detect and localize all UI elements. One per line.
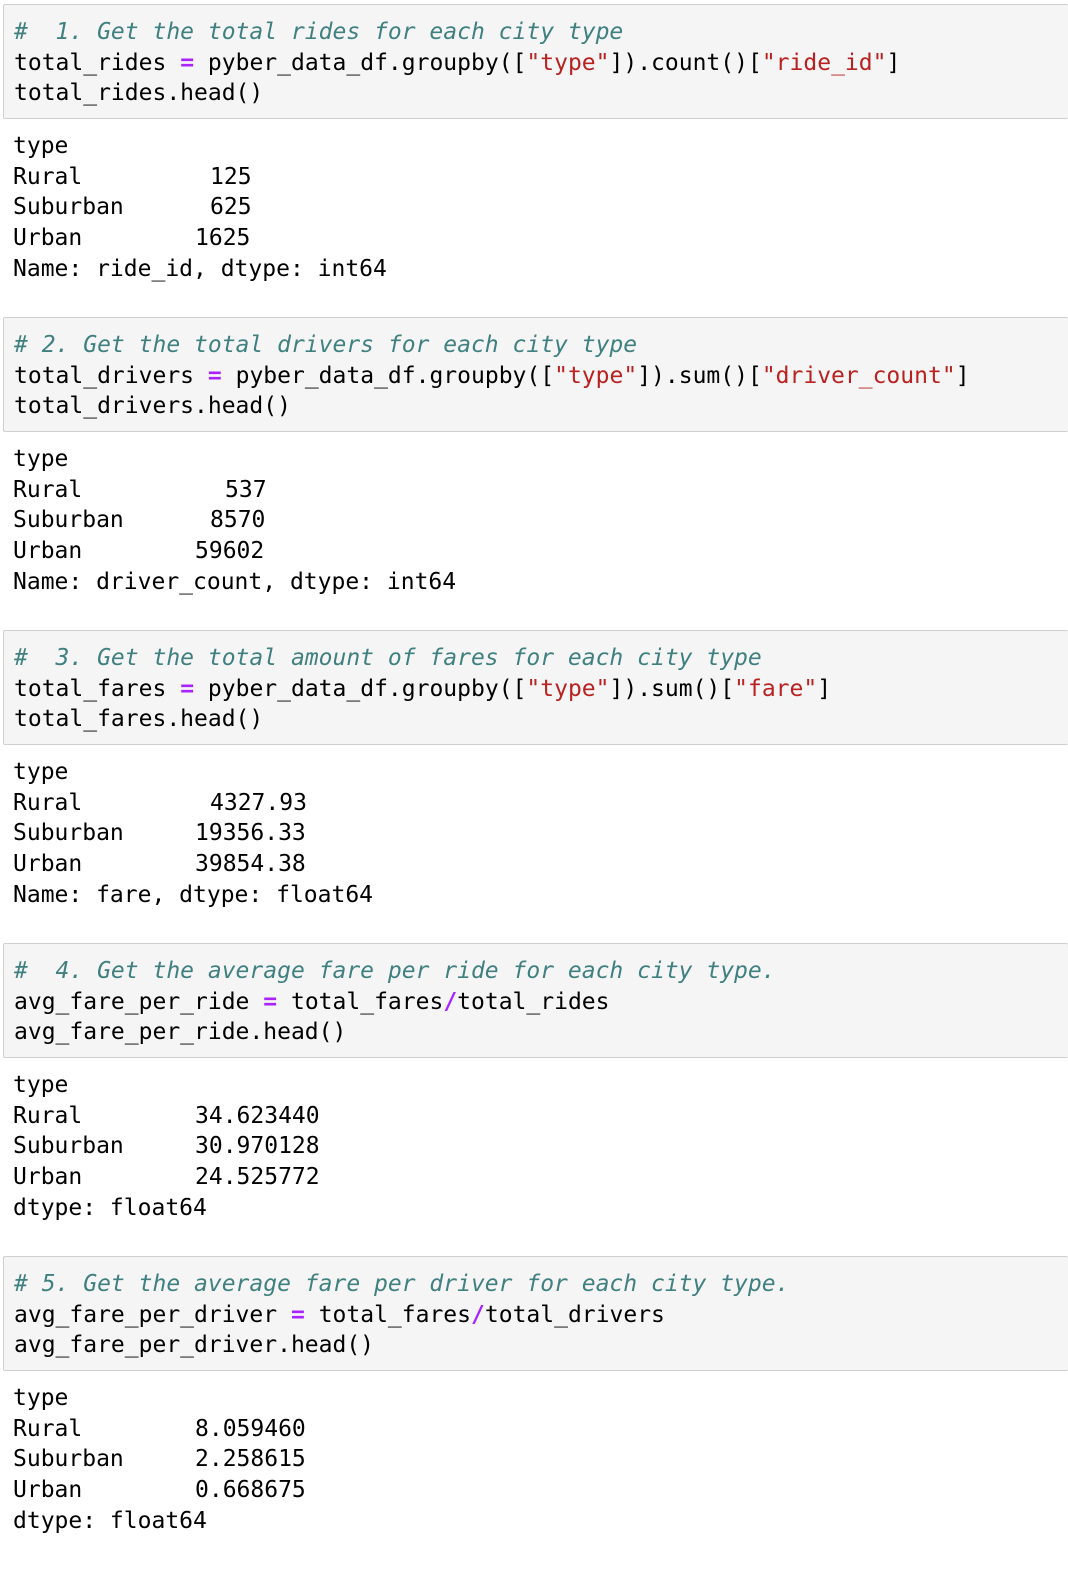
code-line: total_fares.head(): [14, 706, 264, 733]
code-line: avg_fare_per_ride = total_fares/total_ri…: [14, 988, 610, 1015]
code-line: avg_fare_per_driver = total_fares/total_…: [14, 1301, 665, 1328]
output-row: Rural 4327.93: [13, 789, 307, 816]
code-cell-4[interactable]: # 4. Get the average fare per ride for e…: [3, 943, 1068, 1058]
code-line: total_rides = pyber_data_df.groupby(["ty…: [14, 49, 901, 76]
code-line: avg_fare_per_driver.head(): [14, 1332, 375, 1359]
code-cell-3[interactable]: # 3. Get the total amount of fares for e…: [3, 630, 1068, 745]
code-comment: # 5. Get the average fare per driver for…: [14, 1271, 790, 1297]
code-cell-5[interactable]: # 5. Get the average fare per driver for…: [3, 1256, 1068, 1371]
output-area-5: type Rural 8.059460 Suburban 2.258615 Urba…: [13, 1383, 1053, 1536]
output-row: Suburban 19356.33: [13, 820, 306, 847]
output-row: Urban 59602: [13, 538, 265, 565]
output-row: Suburban 8570: [13, 507, 266, 534]
code-comment: # 2. Get the total drivers for each city…: [14, 332, 638, 358]
code-line: total_drivers.head(): [14, 393, 291, 420]
output-area-1: type Rural 125 Suburban 625 Urban 1625 Name…: [13, 131, 1053, 284]
output-row: Rural 537: [13, 476, 267, 503]
output-row: Rural 125: [13, 163, 252, 190]
code-line: total_drivers = pyber_data_df.groupby(["…: [14, 362, 970, 389]
output-footer: Name: ride_id, dtype: int64: [13, 255, 387, 282]
code-comment: # 4. Get the average fare per ride for e…: [14, 958, 776, 984]
output-area-2: type Rural 537 Suburban 8570 Urban 59602 Na…: [13, 444, 1053, 597]
code-cell-1[interactable]: # 1. Get the total rides for each city t…: [3, 4, 1068, 119]
output-index-name: type: [13, 446, 69, 472]
output-area-3: type Rural 4327.93 Suburban 19356.33 Urban…: [13, 757, 1053, 910]
output-row: Suburban 625: [13, 194, 252, 221]
code-line: avg_fare_per_ride.head(): [14, 1019, 347, 1046]
output-row: Rural 34.623440: [13, 1102, 320, 1129]
output-row: Rural 8.059460: [13, 1415, 306, 1442]
output-footer: dtype: float64: [13, 1507, 207, 1534]
output-footer: dtype: float64: [13, 1194, 207, 1221]
output-row: Suburban 2.258615: [13, 1446, 306, 1473]
output-index-name: type: [13, 133, 69, 159]
output-footer: Name: fare, dtype: float64: [13, 881, 374, 908]
output-area-4: type Rural 34.623440 Suburban 30.970128 Ur…: [13, 1070, 1053, 1223]
output-index-name: type: [13, 1385, 69, 1411]
output-index-name: type: [13, 1072, 69, 1098]
output-index-name: type: [13, 759, 69, 785]
code-line: total_fares = pyber_data_df.groupby(["ty…: [14, 675, 832, 702]
output-row: Urban 39854.38: [13, 851, 306, 878]
code-cell-2[interactable]: # 2. Get the total drivers for each city…: [3, 317, 1068, 432]
output-footer: Name: driver_count, dtype: int64: [13, 568, 457, 595]
output-row: Suburban 30.970128: [13, 1133, 320, 1160]
code-line: total_rides.head(): [14, 80, 264, 107]
code-comment: # 1. Get the total rides for each city t…: [14, 19, 624, 45]
code-comment: # 3. Get the total amount of fares for e…: [14, 645, 762, 671]
output-row: Urban 1625: [13, 225, 251, 252]
output-row: Urban 0.668675: [13, 1477, 306, 1504]
output-row: Urban 24.525772: [13, 1164, 320, 1191]
